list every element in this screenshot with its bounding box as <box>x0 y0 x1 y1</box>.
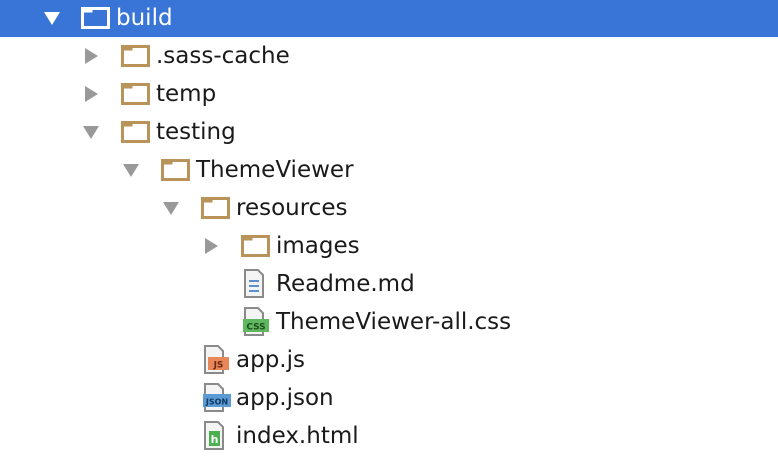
tree-item-app-json[interactable]: JSON app.json <box>0 379 778 417</box>
expand-arrow-down-icon[interactable] <box>81 113 101 151</box>
expand-arrow-right-icon[interactable] <box>202 227 222 265</box>
tree-item-label: images <box>276 233 360 259</box>
folder-icon <box>121 113 151 151</box>
tree-item-temp[interactable]: temp <box>0 75 778 113</box>
tree-item-label: testing <box>156 119 236 145</box>
svg-text:h: h <box>211 433 219 446</box>
expand-arrow-down-icon[interactable] <box>161 189 181 227</box>
tree-item-label: build <box>116 5 173 31</box>
expand-arrow-down-icon[interactable] <box>121 151 141 189</box>
tree-item-label: app.json <box>236 385 334 411</box>
tree-item-label: app.js <box>236 347 305 373</box>
folder-icon <box>201 189 231 227</box>
tree-item-index-html[interactable]: h index.html <box>0 417 778 455</box>
tree-item-build[interactable]: build <box>0 0 778 37</box>
tree-item-label: temp <box>156 81 217 107</box>
tree-item-label: Readme.md <box>276 271 415 297</box>
text-file-icon <box>243 265 273 303</box>
svg-text:CSS: CSS <box>246 323 265 333</box>
project-tree: build .sass-cache temp testing ThemeView… <box>0 0 778 460</box>
expand-arrow-right-icon[interactable] <box>82 75 102 113</box>
tree-item-themeviewer-css[interactable]: CSS ThemeViewer-all.css <box>0 303 778 341</box>
expand-arrow-right-icon[interactable] <box>82 37 102 75</box>
tree-item-label: index.html <box>236 423 359 449</box>
tree-item-testing[interactable]: testing <box>0 113 778 151</box>
tree-item-resources[interactable]: resources <box>0 189 778 227</box>
tree-item-app-js[interactable]: JS app.js <box>0 341 778 379</box>
svg-text:JS: JS <box>213 361 224 371</box>
tree-item-sass-cache[interactable]: .sass-cache <box>0 37 778 75</box>
js-file-icon: JS <box>203 341 233 379</box>
folder-icon <box>241 227 271 265</box>
tree-item-label: resources <box>236 195 348 221</box>
css-file-icon: CSS <box>243 303 273 341</box>
tree-item-label: ThemeViewer <box>196 157 354 183</box>
tree-item-label: ThemeViewer-all.css <box>276 309 512 335</box>
folder-icon <box>121 37 151 75</box>
folder-icon <box>161 151 191 189</box>
folder-icon <box>81 0 111 38</box>
tree-item-images[interactable]: images <box>0 227 778 265</box>
tree-item-themeviewer[interactable]: ThemeViewer <box>0 151 778 189</box>
svg-text:JSON: JSON <box>205 398 228 407</box>
tree-item-label: .sass-cache <box>156 43 290 69</box>
tree-item-readme[interactable]: Readme.md <box>0 265 778 303</box>
folder-icon <box>121 75 151 113</box>
expand-arrow-down-icon[interactable] <box>42 0 62 38</box>
html-file-icon: h <box>203 417 233 455</box>
json-file-icon: JSON <box>203 379 233 417</box>
